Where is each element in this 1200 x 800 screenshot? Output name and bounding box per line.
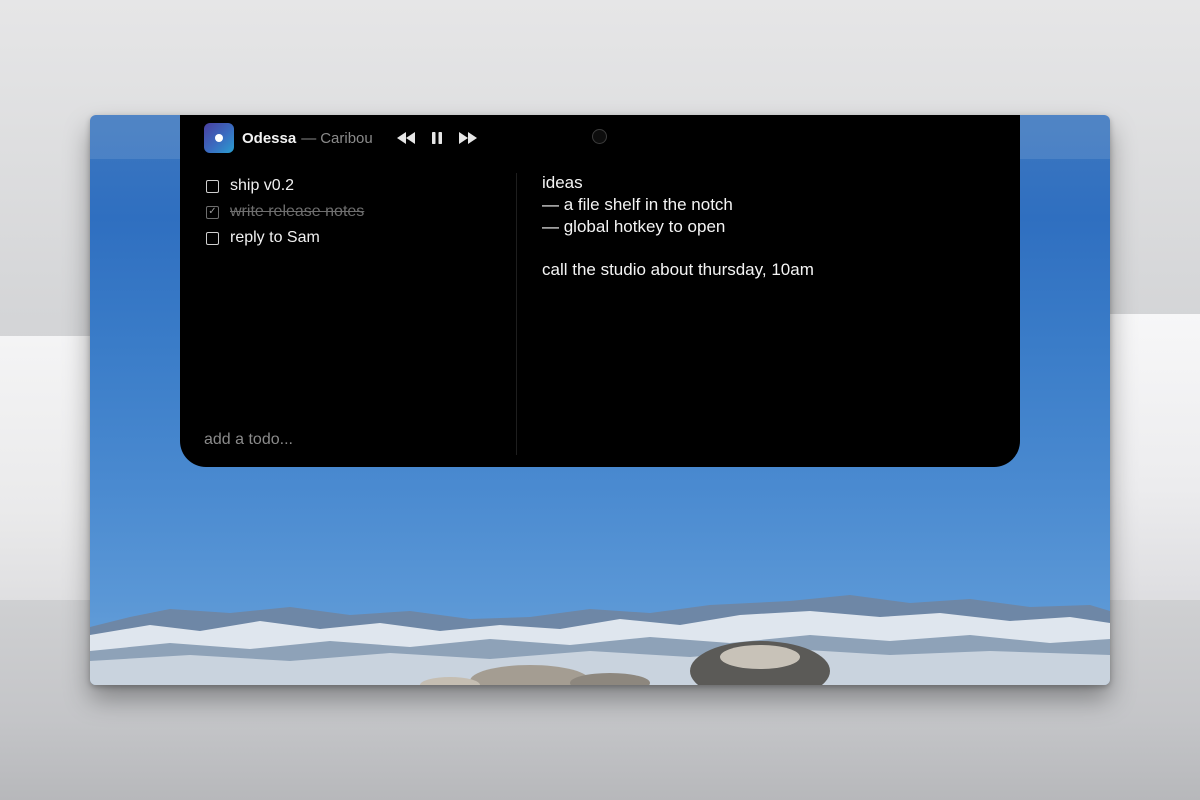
todo-label: write release notes (230, 203, 365, 220)
previous-track-button[interactable] (395, 127, 417, 149)
todo-checkbox-checked[interactable]: ✓ (206, 205, 219, 219)
note-blank-line (542, 238, 982, 259)
album-art-dot-icon (215, 134, 223, 142)
add-todo-input[interactable] (204, 428, 494, 452)
todo-label: ship v0.2 (230, 177, 295, 194)
note-line: ideas (542, 173, 583, 192)
now-playing-bar: Odessa — Caribou (204, 123, 479, 153)
todo-label: reply to Sam (230, 229, 320, 246)
track-title: Odessa (242, 129, 297, 147)
notch-panel: Odessa — Caribou ship v0.2 ✓ write relea… (180, 115, 1020, 467)
panel-divider (516, 173, 517, 455)
play-pause-button[interactable] (426, 127, 448, 149)
fast-forward-icon (458, 132, 477, 144)
pause-icon (431, 132, 442, 144)
background-wall-right (1100, 314, 1200, 604)
todo-item: reply to Sam (206, 225, 364, 251)
playback-controls (395, 127, 479, 149)
album-art[interactable] (204, 123, 234, 153)
background-wall-left (0, 336, 100, 626)
note-line: call the studio about thursday, 10am (542, 260, 814, 279)
notes-area[interactable]: ideas — a file shelf in the notch — glob… (542, 172, 982, 281)
camera-icon (592, 129, 607, 144)
todo-checkbox[interactable] (206, 231, 219, 245)
todo-item: ✓ write release notes (206, 199, 364, 225)
todo-checkbox[interactable] (206, 179, 219, 193)
track-artist: Caribou (320, 129, 373, 147)
note-line: — a file shelf in the notch (542, 195, 733, 214)
next-track-button[interactable] (457, 127, 479, 149)
track-separator: — (301, 129, 317, 147)
todo-list: ship v0.2 ✓ write release notes reply to… (206, 173, 364, 251)
note-line: — global hotkey to open (542, 217, 726, 236)
todo-item: ship v0.2 (206, 173, 364, 199)
rewind-icon (396, 132, 415, 144)
wallpaper-mountains (90, 595, 1110, 685)
